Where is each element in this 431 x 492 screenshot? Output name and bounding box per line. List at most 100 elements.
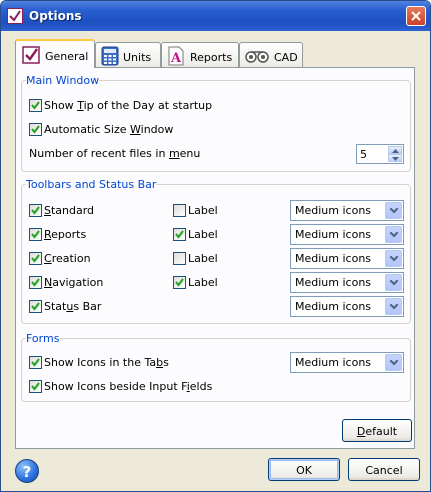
reports-toolbar-checkbox[interactable] <box>29 228 42 241</box>
report-icon: A <box>167 46 185 69</box>
reports-toolbar-label[interactable]: Reports <box>44 228 86 241</box>
spinner-down-button[interactable] <box>388 154 402 162</box>
standard-label-text[interactable]: Label <box>188 204 218 217</box>
status-bar-icon-size-value: Medium icons <box>295 300 372 313</box>
checklist-icon <box>21 45 41 68</box>
options-dialog: Options General Units A Reports CAD Main… <box>0 0 431 492</box>
creation-icon-size-value: Medium icons <box>295 252 372 265</box>
cancel-button-label: Cancel <box>365 464 403 477</box>
reports-label-text[interactable]: Label <box>188 228 218 241</box>
standard-toolbar-label[interactable]: Standard <box>44 204 94 217</box>
toolbars-group-title: Toolbars and Status Bar <box>26 178 157 191</box>
standard-icon-size-value: Medium icons <box>295 204 372 217</box>
options-app-icon <box>7 8 23 24</box>
dropdown-button[interactable] <box>385 354 402 371</box>
check-icon <box>31 206 40 215</box>
tab-reports-label: Reports <box>190 51 233 64</box>
tab-cad[interactable]: CAD <box>239 42 303 67</box>
dropdown-button[interactable] <box>385 226 402 243</box>
check-icon <box>31 302 40 311</box>
default-button-label: Default <box>356 425 398 438</box>
standard-label-checkbox[interactable] <box>173 204 186 217</box>
reports-label-checkbox[interactable] <box>173 228 186 241</box>
check-icon <box>31 101 40 110</box>
spinner-up-button[interactable] <box>388 146 402 154</box>
dropdown-button[interactable] <box>385 274 402 291</box>
chevron-down-icon <box>390 360 398 365</box>
dropdown-button[interactable] <box>385 202 402 219</box>
tab-reports[interactable]: A Reports <box>161 42 239 67</box>
close-icon <box>411 11 421 21</box>
general-tab-panel: Main Window Show Tip of the Day at start… <box>15 67 415 449</box>
chevron-down-icon <box>390 256 398 261</box>
cancel-button[interactable]: Cancel <box>348 458 420 481</box>
show-icons-fields-checkbox[interactable] <box>29 380 42 393</box>
tab-general[interactable]: General <box>15 39 95 68</box>
show-icons-fields-label[interactable]: Show Icons beside Input Fields <box>44 380 212 393</box>
title-bar[interactable]: Options <box>1 1 430 31</box>
main-window-group-title: Main Window <box>26 74 100 87</box>
recent-files-value[interactable]: 5 <box>360 148 367 161</box>
dropdown-button[interactable] <box>385 250 402 267</box>
tab-cad-label: CAD <box>274 51 298 64</box>
creation-icon-size-select[interactable]: Medium icons <box>290 248 404 269</box>
chevron-down-icon <box>390 208 398 213</box>
show-icons-tabs-checkbox[interactable] <box>29 356 42 369</box>
tab-general-label: General <box>45 50 89 63</box>
navigation-icon-size-select[interactable]: Medium icons <box>290 272 404 293</box>
status-bar-checkbox[interactable] <box>29 300 42 313</box>
navigation-toolbar-label[interactable]: Navigation <box>44 276 103 289</box>
navigation-label-checkbox[interactable] <box>173 276 186 289</box>
navigation-toolbar-checkbox[interactable] <box>29 276 42 289</box>
calculator-icon <box>101 46 119 69</box>
check-icon <box>31 230 40 239</box>
check-icon <box>31 278 40 287</box>
auto-size-label[interactable]: Automatic Size Window <box>44 123 173 136</box>
forms-group-title: Forms <box>26 332 60 345</box>
chevron-down-icon <box>390 280 398 285</box>
check-icon <box>31 382 40 391</box>
svg-text:A: A <box>170 51 182 66</box>
window-title: Options <box>29 9 82 23</box>
dropdown-button[interactable] <box>385 298 402 315</box>
show-tip-label[interactable]: Show Tip of the Day at startup <box>44 99 212 112</box>
ok-button[interactable]: OK <box>268 458 340 481</box>
forms-icon-size-value: Medium icons <box>295 356 372 369</box>
reports-icon-size-value: Medium icons <box>295 228 372 241</box>
check-icon <box>175 278 184 287</box>
check-icon <box>31 125 40 134</box>
navigation-label-text[interactable]: Label <box>188 276 218 289</box>
close-button[interactable] <box>406 6 426 26</box>
check-icon <box>31 254 40 263</box>
creation-label-checkbox[interactable] <box>173 252 186 265</box>
help-button[interactable]: ? <box>15 459 39 483</box>
show-tip-checkbox[interactable] <box>29 99 42 112</box>
status-bar-icon-size-select[interactable]: Medium icons <box>290 296 404 317</box>
creation-toolbar-checkbox[interactable] <box>29 252 42 265</box>
recent-files-spinner[interactable]: 5 <box>356 144 404 164</box>
chevron-down-icon <box>390 232 398 237</box>
tab-units-label: Units <box>123 51 152 64</box>
help-icon: ? <box>22 463 32 481</box>
check-icon <box>175 230 184 239</box>
recent-files-label: Number of recent files in menu <box>29 147 201 160</box>
forms-icon-size-select[interactable]: Medium icons <box>290 352 404 373</box>
standard-toolbar-checkbox[interactable] <box>29 204 42 217</box>
reports-icon-size-select[interactable]: Medium icons <box>290 224 404 245</box>
cad-icon <box>245 49 269 66</box>
show-icons-tabs-label[interactable]: Show Icons in the Tabs <box>44 356 169 369</box>
auto-size-checkbox[interactable] <box>29 123 42 136</box>
creation-label-text[interactable]: Label <box>188 252 218 265</box>
chevron-down-icon <box>390 304 398 309</box>
tab-strip: General Units A Reports CAD <box>15 39 415 68</box>
tab-units[interactable]: Units <box>95 42 161 67</box>
arrow-down-icon <box>392 157 399 161</box>
standard-icon-size-select[interactable]: Medium icons <box>290 200 404 221</box>
creation-toolbar-label[interactable]: Creation <box>44 252 91 265</box>
check-icon <box>31 358 40 367</box>
status-bar-label[interactable]: Status Bar <box>44 300 101 313</box>
arrow-up-icon <box>392 149 399 153</box>
ok-button-label: OK <box>296 464 312 477</box>
default-button[interactable]: Default <box>342 419 412 442</box>
navigation-icon-size-value: Medium icons <box>295 276 372 289</box>
